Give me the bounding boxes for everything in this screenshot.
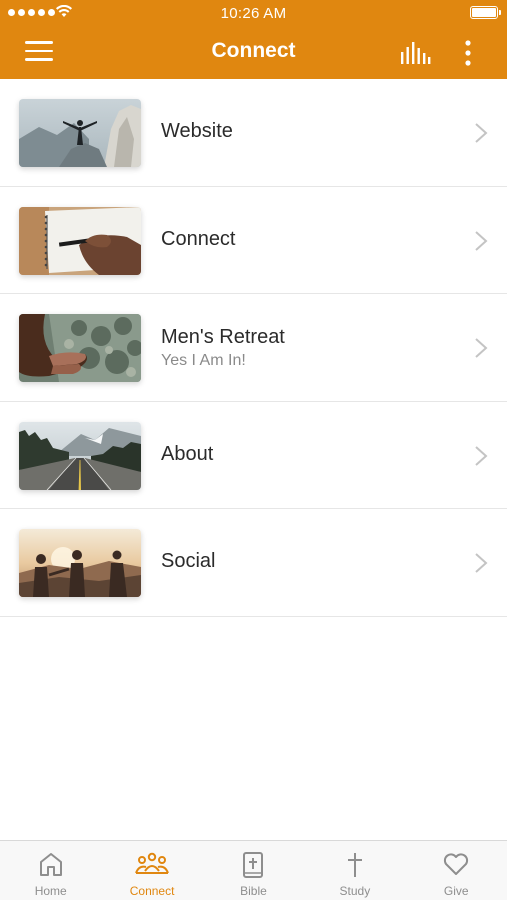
- top-bar: 10:26 AM Connect: [0, 0, 507, 79]
- tab-bible[interactable]: Bible: [203, 841, 304, 900]
- thumbnail-image: [19, 206, 141, 275]
- status-time: 10:26 AM: [220, 5, 287, 22]
- bible-icon: [243, 852, 264, 878]
- list-item-social[interactable]: Social: [0, 509, 507, 617]
- tab-label: Home: [34, 884, 67, 898]
- list-item-title: Website: [161, 120, 233, 142]
- more-options-icon[interactable]: [458, 39, 478, 67]
- people-icon: [135, 852, 170, 874]
- tab-label: Study: [339, 884, 371, 898]
- chevron-right-icon: [475, 553, 488, 573]
- connect-list: Website Connect Men's Retreat Yes I Am I…: [0, 79, 507, 617]
- list-item-title: Connect: [161, 227, 236, 250]
- tab-bar: Home Connect Bible Study Give: [0, 840, 507, 900]
- tab-study[interactable]: Study: [304, 841, 405, 900]
- list-item-mens-retreat[interactable]: Men's Retreat Yes I Am In!: [0, 294, 507, 402]
- thumbnail-image: [19, 421, 141, 490]
- tab-home[interactable]: Home: [0, 841, 101, 900]
- battery-icon: [470, 6, 501, 19]
- list-item-title: Social: [161, 550, 216, 572]
- list-item-title: Men's Retreat: [161, 326, 285, 348]
- thumbnail-image: [19, 529, 141, 597]
- list-item-website[interactable]: Website: [0, 79, 507, 187]
- tab-label: Give: [443, 884, 469, 898]
- list-item-title: About: [161, 442, 214, 465]
- hamburger-menu-icon[interactable]: [25, 41, 53, 63]
- thumbnail-image: [19, 314, 141, 382]
- tab-give[interactable]: Give: [406, 841, 507, 900]
- heart-icon: [444, 853, 469, 875]
- home-icon: [39, 853, 62, 876]
- nav-bar: Connect: [0, 26, 507, 79]
- cross-icon: [347, 853, 362, 877]
- tab-label: Bible: [240, 884, 267, 898]
- audio-bars-icon[interactable]: [399, 40, 431, 66]
- tab-label: Connect: [129, 884, 175, 898]
- chevron-right-icon: [475, 445, 488, 466]
- chevron-right-icon: [475, 123, 488, 143]
- chevron-right-icon: [475, 338, 488, 358]
- chevron-right-icon: [475, 230, 488, 251]
- status-bar: 10:26 AM: [0, 0, 507, 26]
- tab-connect[interactable]: Connect: [101, 841, 202, 900]
- list-item-about[interactable]: About: [0, 401, 507, 509]
- list-item-connect[interactable]: Connect: [0, 186, 507, 294]
- thumbnail-image: [19, 99, 141, 167]
- list-item-subtitle: Yes I Am In!: [161, 352, 246, 369]
